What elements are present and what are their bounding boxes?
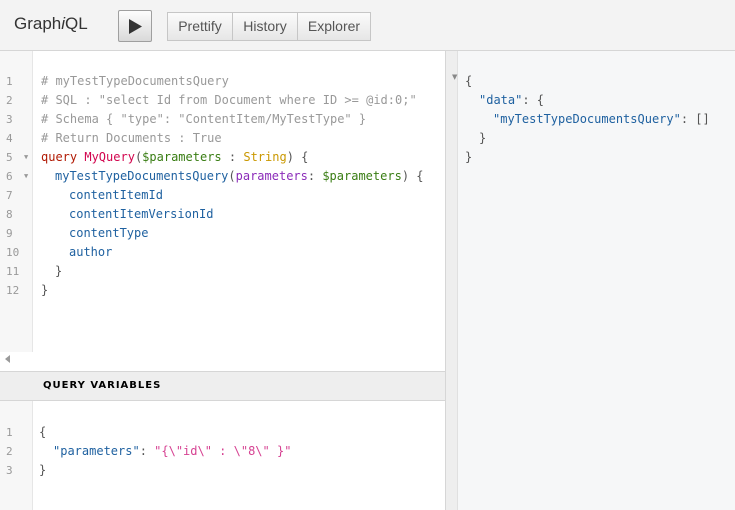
code-line: query MyQuery($parameters : String) { (41, 150, 309, 164)
query-variables-header[interactable]: QUERY VARIABLES (0, 371, 445, 401)
code-line: "myTestTypeDocumentsQuery": [] (493, 112, 710, 126)
code-line: myTestTypeDocumentsQuery(parameters: $pa… (55, 169, 424, 183)
fold-arrow-icon[interactable]: ▼ (24, 148, 28, 167)
line-number: 12 (6, 284, 20, 297)
code-line: # SQL : "select Id from Document where I… (41, 93, 417, 107)
code-line: { (465, 74, 473, 88)
variables-gutter: 1 2 3 (0, 401, 33, 510)
code-line: author (69, 245, 113, 259)
result-viewer: { "data": { "myTestTypeDocumentsQuery": … (457, 51, 735, 510)
line-number: 4 (6, 132, 13, 145)
code-line: } (479, 131, 487, 145)
line-number: 2 (6, 445, 13, 458)
code-line: # Return Documents : True (41, 131, 222, 145)
line-number: 9 (6, 227, 13, 240)
explorer-button[interactable]: Explorer (297, 12, 371, 41)
code-line: "parameters": "{\"id\" : \"8\" }" (53, 444, 292, 458)
fold-arrow-icon[interactable]: ▼ (24, 167, 28, 186)
execute-query-button[interactable] (118, 10, 152, 42)
query-gutter: 1 2 3 4 5 ▼ 6 ▼ 7 8 9 10 11 12 (0, 51, 33, 352)
code-line: contentItemVersionId (69, 207, 214, 221)
code-line: contentType (69, 226, 149, 240)
play-icon (129, 19, 142, 34)
line-number: 1 (6, 426, 13, 439)
variables-editor[interactable]: 1 2 3 { "parameters": "{\"id\" : \"8\" }… (0, 401, 445, 510)
code-line: } (55, 264, 63, 278)
line-number: 5 (6, 151, 13, 164)
line-number: 1 (6, 75, 13, 88)
history-button[interactable]: History (232, 12, 298, 41)
code-line: # myTestTypeDocumentsQuery (41, 74, 229, 88)
graphiql-logo: GraphiQL (14, 14, 88, 33)
line-number: 11 (6, 265, 20, 278)
line-number: 2 (6, 94, 13, 107)
line-number: 10 (6, 246, 20, 259)
prettify-button[interactable]: Prettify (167, 12, 233, 41)
query-variables-title: QUERY VARIABLES (43, 380, 162, 391)
code-line: } (39, 463, 47, 477)
code-line: { (39, 425, 47, 439)
code-line: } (41, 283, 49, 297)
fold-arrow-icon[interactable]: ▼ (452, 73, 457, 81)
line-number: 8 (6, 208, 13, 221)
line-number: 6 (6, 170, 13, 183)
query-editor[interactable]: 1 2 3 4 5 ▼ 6 ▼ 7 8 9 10 11 12 # myTestT… (0, 51, 445, 363)
code-line: contentItemId (69, 188, 163, 202)
topbar: GraphiQL Prettify History Explorer (0, 0, 735, 51)
line-number: 7 (6, 189, 13, 202)
pane-resize-handle[interactable] (445, 51, 457, 510)
scroll-left-arrow-icon[interactable] (5, 355, 10, 363)
line-number: 3 (6, 113, 13, 126)
line-number: 3 (6, 464, 13, 477)
code-line: } (465, 150, 473, 164)
code-line: "data": { (479, 93, 545, 107)
code-line: # Schema { "type": "ContentItem/MyTestTy… (41, 112, 367, 126)
